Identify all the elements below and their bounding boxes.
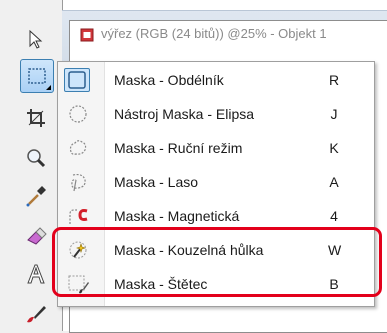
menu-item-shortcut: J [330, 106, 338, 122]
zoom-tool-icon[interactable] [18, 140, 54, 176]
document-title: výřez (RGB (24 bitů)) @25% - Objekt 1 [101, 26, 327, 41]
ellipse-mask-icon [66, 103, 90, 125]
menu-item-shortcut: 4 [330, 208, 338, 224]
menu-item-shortcut: K [329, 140, 339, 156]
rect-mask-icon [64, 68, 90, 92]
menu-item-label: Maska - Laso [114, 174, 199, 190]
menu-item-label: Nástroj Maska - Elipsa [114, 106, 255, 122]
menu-item-magnetic-mask[interactable]: Maska - Magnetická 4 [58, 200, 374, 232]
brush-tool-icon[interactable] [18, 296, 54, 332]
mask-tools-flyout-menu: Maska - Obdélník R Nástroj Maska - Elips… [57, 61, 375, 307]
brush-mask-icon [66, 273, 90, 295]
menu-item-lasso-mask[interactable]: Maska - Laso A [58, 166, 374, 198]
menu-item-shortcut: A [329, 174, 339, 190]
menu-item-ellipse-mask[interactable]: Nástroj Maska - Elipsa J [58, 98, 374, 130]
menu-item-label: Maska - Štětec [114, 276, 208, 292]
mask-tool-icon[interactable] [20, 59, 54, 93]
pick-tool-icon[interactable] [18, 22, 54, 58]
toolbox [0, 0, 58, 331]
eraser-tool-icon[interactable] [18, 218, 54, 254]
document-icon [80, 28, 94, 42]
menu-item-label: Maska - Magnetická [114, 208, 240, 224]
lasso-mask-icon [66, 171, 90, 193]
menu-item-brush-mask[interactable]: Maska - Štětec B [58, 268, 374, 300]
menu-item-label: Maska - Kouzelná hůlka [114, 242, 264, 258]
magic-wand-mask-icon [66, 239, 90, 261]
menu-item-label: Maska - Obdélník [114, 72, 224, 88]
menu-item-shortcut: R [328, 72, 340, 88]
freehand-mask-icon [66, 137, 90, 159]
menu-item-label: Maska - Ruční režim [114, 140, 243, 156]
magnetic-mask-icon [66, 205, 90, 227]
crop-tool-icon[interactable] [18, 100, 54, 136]
menu-item-freehand-mask[interactable]: Maska - Ruční režim K [58, 132, 374, 164]
menu-item-rect-mask[interactable]: Maska - Obdélník R [58, 64, 374, 96]
menu-item-magic-wand-mask[interactable]: Maska - Kouzelná hůlka W [58, 234, 374, 266]
text-tool-icon[interactable] [18, 256, 54, 292]
menu-item-shortcut: B [329, 276, 339, 292]
menu-item-shortcut: W [328, 242, 342, 258]
eyedropper-tool-icon[interactable] [18, 178, 54, 214]
